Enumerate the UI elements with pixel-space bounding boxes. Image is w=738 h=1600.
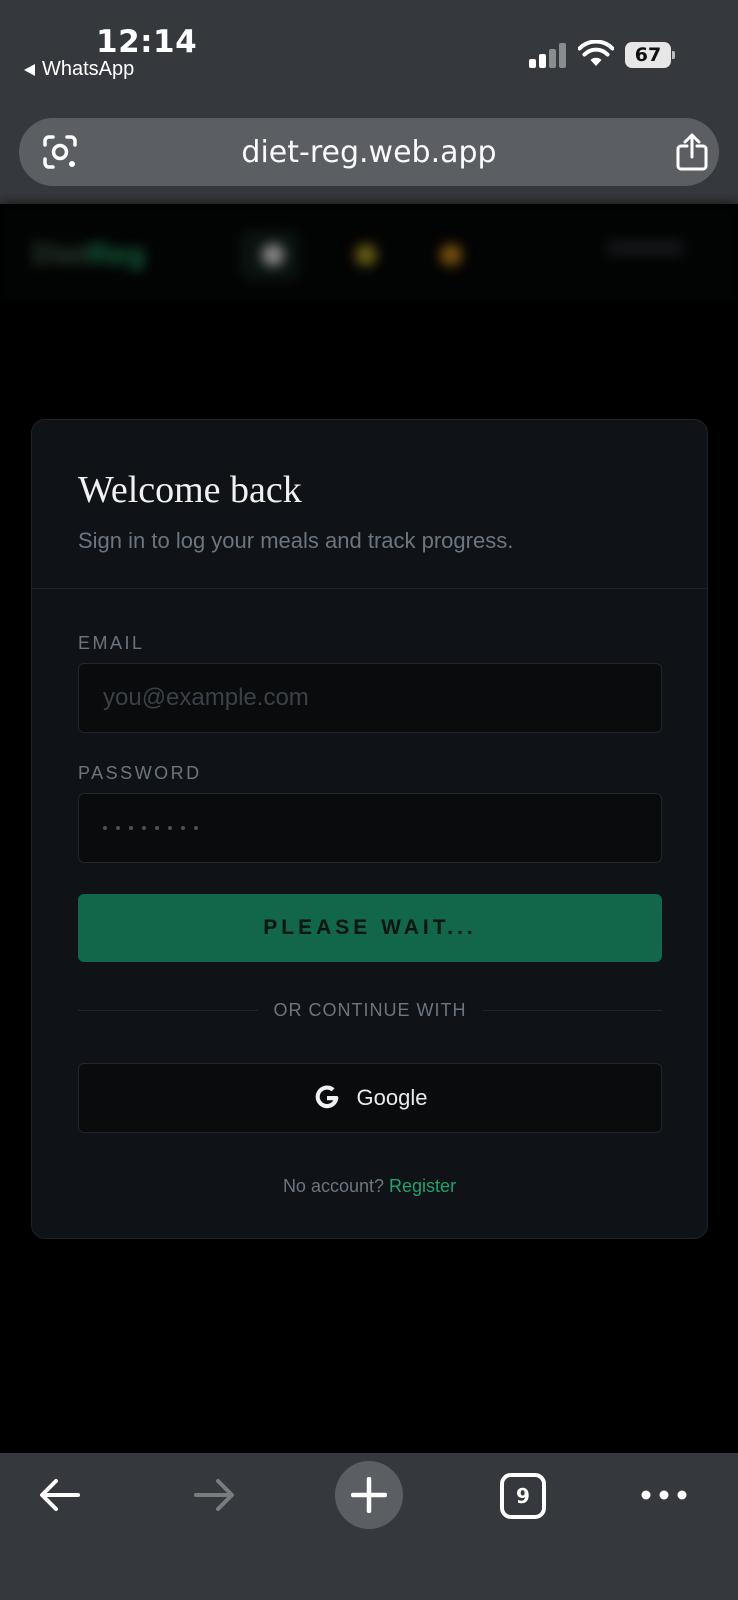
nav-icon	[440, 244, 462, 266]
wifi-icon	[578, 40, 614, 66]
browser-bottom-toolbar: 9	[0, 1453, 738, 1600]
password-label: PASSWORD	[78, 763, 202, 783]
app-header-blurred: DietReg	[0, 204, 738, 304]
status-time: 12:14	[96, 24, 198, 60]
more-icon[interactable]	[640, 1485, 688, 1505]
or-divider-text: OR CONTINUE WITH	[273, 999, 467, 1020]
password-dots	[103, 826, 198, 830]
header-link	[605, 240, 685, 256]
no-account-text: No account?	[282, 1176, 385, 1196]
tabs-icon[interactable]: 9	[500, 1473, 546, 1519]
url-text: diet-reg.web.app	[241, 134, 497, 170]
nav-icon	[262, 244, 284, 266]
register-prompt: No account? Register	[32, 1176, 707, 1197]
battery-indicator: 67	[625, 42, 675, 68]
new-tab-button[interactable]	[335, 1461, 403, 1529]
card-divider	[32, 588, 707, 589]
signal-icon	[529, 42, 567, 68]
google-icon	[315, 1085, 338, 1109]
new-tab-plus-icon	[351, 1477, 387, 1513]
back-to-app-link[interactable]: WhatsApp	[24, 58, 134, 81]
login-card: Welcome back Sign in to log your meals a…	[31, 419, 708, 1239]
sign-in-button[interactable]: PLEASE WAIT...	[78, 894, 662, 962]
nav-icon	[355, 244, 377, 266]
email-label: EMAIL	[78, 633, 145, 653]
back-triangle-icon	[24, 63, 35, 76]
back-app-label: WhatsApp	[42, 58, 135, 80]
email-input[interactable]	[103, 684, 661, 712]
address-bar[interactable]: diet-reg.web.app	[19, 118, 719, 186]
password-field[interactable]	[78, 793, 662, 863]
login-title: Welcome back	[78, 469, 302, 511]
register-link[interactable]: Register	[389, 1176, 456, 1196]
google-sign-in-button[interactable]: Google	[78, 1063, 662, 1133]
battery-level: 67	[625, 42, 671, 68]
app-logo: DietReg	[32, 238, 146, 271]
or-divider: OR CONTINUE WITH	[78, 998, 662, 1022]
browser-top-chrome: 12:14 WhatsApp 67 diet-reg.web.app	[0, 0, 738, 204]
google-label: Google	[356, 1085, 428, 1110]
forward-arrow-icon[interactable]	[192, 1473, 236, 1517]
login-subtitle: Sign in to log your meals and track prog…	[78, 528, 514, 553]
back-arrow-icon[interactable]	[38, 1473, 82, 1517]
email-field[interactable]	[78, 663, 662, 733]
share-icon[interactable]	[675, 132, 709, 172]
